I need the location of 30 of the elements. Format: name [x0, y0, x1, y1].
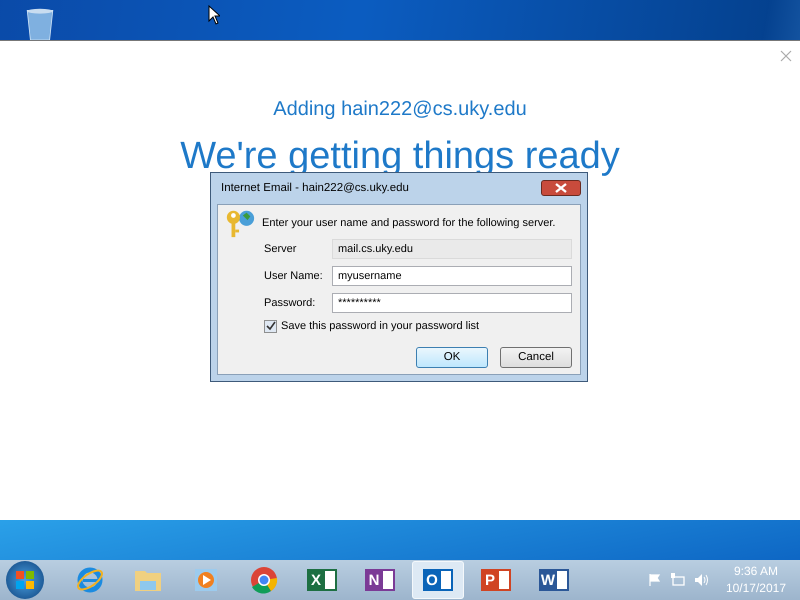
browser-e-icon [75, 565, 105, 596]
cancel-button[interactable]: Cancel [500, 346, 572, 368]
close-icon [555, 183, 567, 194]
taskbar-button[interactable]: N [354, 561, 406, 600]
time-text: 9:36 AM [734, 563, 778, 580]
close-icon[interactable] [780, 50, 792, 62]
cursor-icon [208, 5, 220, 25]
field-label: Password: [264, 296, 316, 309]
chrome-icon [249, 565, 279, 596]
flag-icon[interactable] [648, 573, 662, 588]
speaker-icon[interactable] [694, 572, 710, 588]
setup-subtitle: Adding hain222@cs.uky.edu [273, 98, 527, 121]
field-label: Server [264, 242, 298, 255]
input-field[interactable]: ********** [332, 292, 572, 313]
field-label: User Name: [264, 270, 324, 282]
taskbar-button[interactable]: O [412, 561, 464, 600]
close-button[interactable] [541, 180, 581, 196]
dialog-title: Internet Email - hain222@cs.uky.edu [221, 182, 409, 194]
input-field[interactable]: myusername [332, 266, 572, 286]
prompt-text: Enter your user name and password for the following server. [262, 216, 556, 229]
checkbox-label: Save this password in your password list [281, 320, 480, 332]
ok-button[interactable]: OK [416, 346, 488, 368]
windows-logo-icon [15, 570, 35, 590]
date-text: 10/17/2017 [726, 580, 786, 598]
taskbar-button[interactable]: X [296, 561, 348, 600]
taskbar-button[interactable]: W [528, 561, 580, 600]
checkbox[interactable] [264, 320, 277, 333]
taskbar-button[interactable]: P [470, 561, 522, 600]
start-button[interactable] [6, 561, 44, 600]
network-icon[interactable] [670, 572, 686, 588]
